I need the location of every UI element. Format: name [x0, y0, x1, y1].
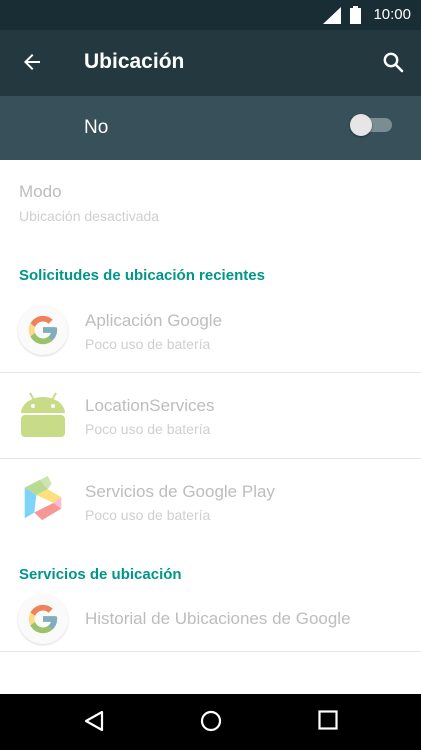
system-navigation-bar	[0, 694, 421, 750]
google-icon	[18, 305, 68, 355]
list-item[interactable]: Servicios de Google Play Poco uso de bat…	[0, 459, 421, 544]
app-battery-usage: Poco uso de batería	[85, 421, 211, 437]
app-toolbar: Ubicación	[0, 30, 421, 96]
battery-icon	[350, 6, 361, 24]
divider	[0, 651, 421, 652]
app-name: Aplicación Google	[85, 311, 223, 330]
master-switch-label: No	[84, 117, 109, 138]
nav-back-icon[interactable]	[84, 710, 104, 732]
list-item[interactable]: LocationServices Poco uso de batería	[0, 373, 421, 458]
nav-home-icon[interactable]	[200, 710, 222, 732]
app-battery-usage: Poco uso de batería	[85, 507, 211, 523]
app-name: LocationServices	[85, 396, 215, 415]
android-icon	[21, 392, 65, 437]
search-icon[interactable]	[381, 50, 405, 74]
back-arrow-icon[interactable]	[20, 50, 44, 74]
list-item[interactable]: Aplicación Google Poco uso de batería	[0, 290, 421, 372]
recent-requests-header: Solicitudes de ubicación recientes	[19, 267, 265, 284]
app-battery-usage: Poco uso de batería	[85, 336, 211, 352]
location-master-switch-bar[interactable]: No	[0, 96, 421, 160]
google-icon	[18, 594, 68, 644]
location-toggle-switch[interactable]	[350, 114, 394, 136]
mode-subtitle: Ubicación desactivada	[19, 208, 160, 224]
service-name: Historial de Ubicaciones de Google	[85, 609, 351, 628]
mode-row[interactable]: Modo Ubicación desactivada	[0, 170, 421, 240]
signal-icon	[323, 7, 341, 24]
status-time: 10:00	[373, 6, 411, 23]
app-name: Servicios de Google Play	[85, 482, 275, 501]
google-play-services-icon	[24, 475, 62, 521]
nav-recents-icon[interactable]	[318, 710, 338, 730]
list-item[interactable]: Historial de Ubicaciones de Google	[0, 588, 421, 651]
toggle-thumb	[350, 114, 372, 136]
mode-title: Modo	[19, 182, 62, 201]
location-services-header: Servicios de ubicación	[19, 566, 182, 583]
status-bar: 10:00	[0, 0, 421, 30]
page-title: Ubicación	[84, 50, 185, 73]
